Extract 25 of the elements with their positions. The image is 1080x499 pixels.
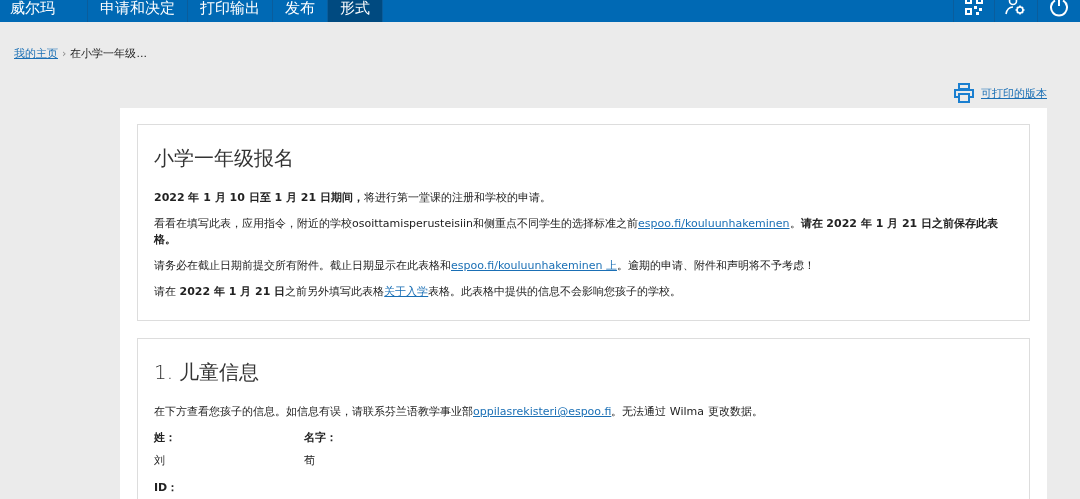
section-title: 1. 儿童信息 (154, 359, 261, 386)
field-label: ID： (154, 480, 180, 495)
printable-version-link[interactable]: 可打印的版本 (953, 83, 1047, 103)
inline-link[interactable]: espoo.fi/kouluunhakeminen (638, 217, 790, 230)
field-value: 荀 (304, 453, 316, 468)
nav-tab[interactable]: 打印输出 (188, 0, 273, 22)
nav-tab[interactable]: 形式 (328, 0, 383, 22)
breadcrumb-link[interactable]: 我的主页 (14, 46, 58, 61)
nav-tab[interactable]: 申请和决定 (88, 0, 188, 22)
app-brand-link[interactable]: 威尔玛 (0, 0, 88, 22)
paragraph-text: 请务必在截止日期前提交所有附件。截止日期显示在此表格和espoo.fi/kouluunhakeminen 上。逾期的申请、附件和声明将不予考虑！ (154, 258, 816, 274)
breadcrumb-separator: › (62, 47, 67, 60)
paragraph-text: 看看在填写此表，应用指令，附近的学校osoittamisperusteisiin和侧重点不同学生的选择标准之前espoo.fi/kouluunhakeminen。请在 2022 年 1 月 21 日之前保存此表格。 (154, 216, 1000, 248)
printer-icon (953, 83, 975, 103)
field-label: 姓： (154, 430, 177, 445)
paragraph-text: 2022 年 1 月 10 日至 1 月 21 日期间，将进行第一堂课的注册和学校的申请。 (154, 190, 552, 206)
breadcrumb-current: 在小学一年级... (70, 46, 147, 61)
paragraph-text: 请在 2022 年 1 月 21 日之前另外填写此表格关于入学表格。此表格中提供的信息不会影响您孩子的学校。 (154, 284, 683, 300)
field-value: 刘 (154, 453, 166, 468)
inline-link[interactable]: 关于入学 (384, 285, 429, 298)
section-title: 小学一年级报名 (154, 145, 295, 172)
paragraph-text: 在下方查看您孩子的信息。如信息有误，请联系芬兰语教学事业部oppilasrekisteri@espoo.fi。无法通过 Wilma 更改数据。 (154, 404, 764, 420)
field-label: 名字： (304, 430, 338, 445)
inline-link[interactable]: oppilasrekisteri@espoo.fi (473, 405, 612, 418)
inline-link[interactable]: espoo.fi/kouluunhakeminen 上 (451, 259, 617, 272)
